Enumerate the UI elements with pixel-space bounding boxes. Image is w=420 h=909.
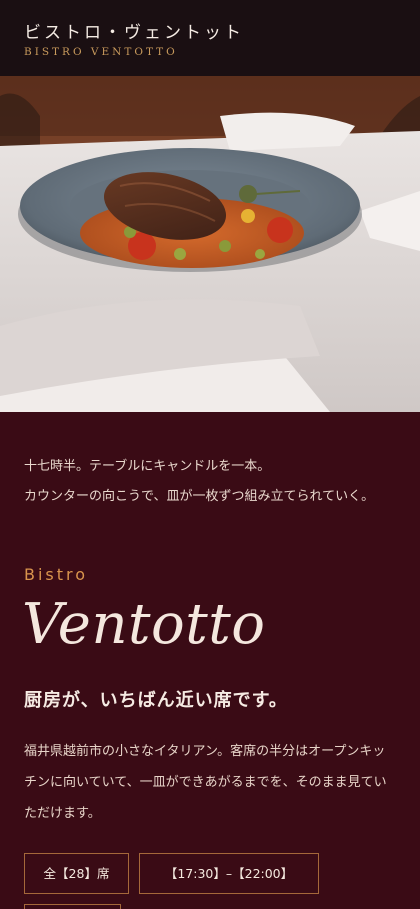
section-headline: 厨房が、いちばん近い席です。 (24, 690, 288, 711)
intro-line-2: カウンターの向こうで、皿が一枚ずつ組み立てられていく。 (24, 489, 375, 504)
section-eyebrow: Bistro (24, 565, 89, 584)
section-title: Ventotto (22, 592, 266, 657)
additional-badge (24, 904, 121, 909)
brand-name-jp[interactable]: ビストロ・ヴェントット (24, 18, 396, 43)
intro-text: 十七時半。テーブルにキャンドルを一本。 カウンターの向こうで、皿が一枚ずつ組み立… (24, 452, 396, 512)
brand-name-en: BISTRO VENTOTTO (24, 46, 178, 58)
about-section: 十七時半。テーブルにキャンドルを一本。 カウンターの向こうで、皿が一枚ずつ組み立… (0, 412, 420, 909)
section-body: 福井県越前市の小さなイタリアン。客席の半分はオープンキッチンに向いていて、一皿が… (24, 744, 387, 821)
plated-dish-photo-icon (0, 76, 420, 412)
seats-badge: 全【28】席 (24, 853, 129, 894)
hours-badge: 【17:30】–【22:00】 (139, 853, 319, 894)
site-header: ビストロ・ヴェントット BISTRO VENTOTTO (0, 0, 420, 76)
intro-line-1: 十七時半。テーブルにキャンドルを一本。 (24, 459, 271, 474)
hero-photo (0, 76, 420, 412)
